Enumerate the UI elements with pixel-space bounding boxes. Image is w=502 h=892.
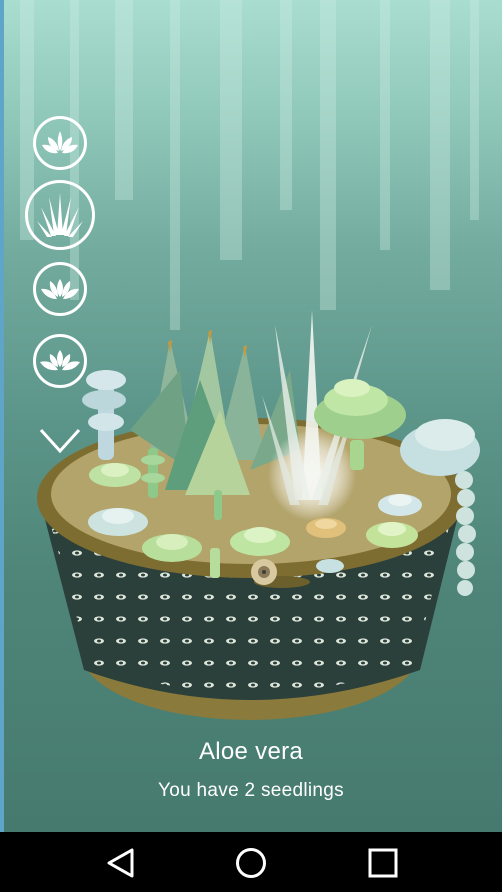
small-rosette-5 (306, 518, 346, 538)
back-triangle-icon[interactable] (104, 846, 138, 880)
plant-name: Aloe vera (198, 738, 304, 765)
aloe-vera-icon (37, 193, 83, 237)
small-rosette-1 (89, 463, 141, 487)
small-rosette-2 (88, 508, 148, 536)
game-screen: Aloe vera You have 2 seedlings (0, 0, 502, 832)
garden-pot-scene[interactable] (0, 300, 502, 760)
small-rosette-3 (142, 534, 202, 562)
home-circle-icon[interactable] (234, 846, 268, 880)
small-rosette-8 (316, 559, 344, 573)
green-rosette-back-right (314, 379, 406, 439)
seedlings-count: You have 2 seedlings (158, 780, 344, 801)
recents-square-icon[interactable] (366, 846, 400, 880)
succulent-rosette-icon (42, 131, 78, 154)
lotus-succulent-icon (41, 279, 79, 299)
small-rosette-7 (378, 494, 422, 516)
small-rosette-6 (366, 522, 418, 548)
succulent-rosette-tool-button[interactable] (33, 116, 87, 170)
android-nav-bar (0, 832, 502, 892)
aloe-vera-tool-button[interactable] (25, 180, 95, 250)
